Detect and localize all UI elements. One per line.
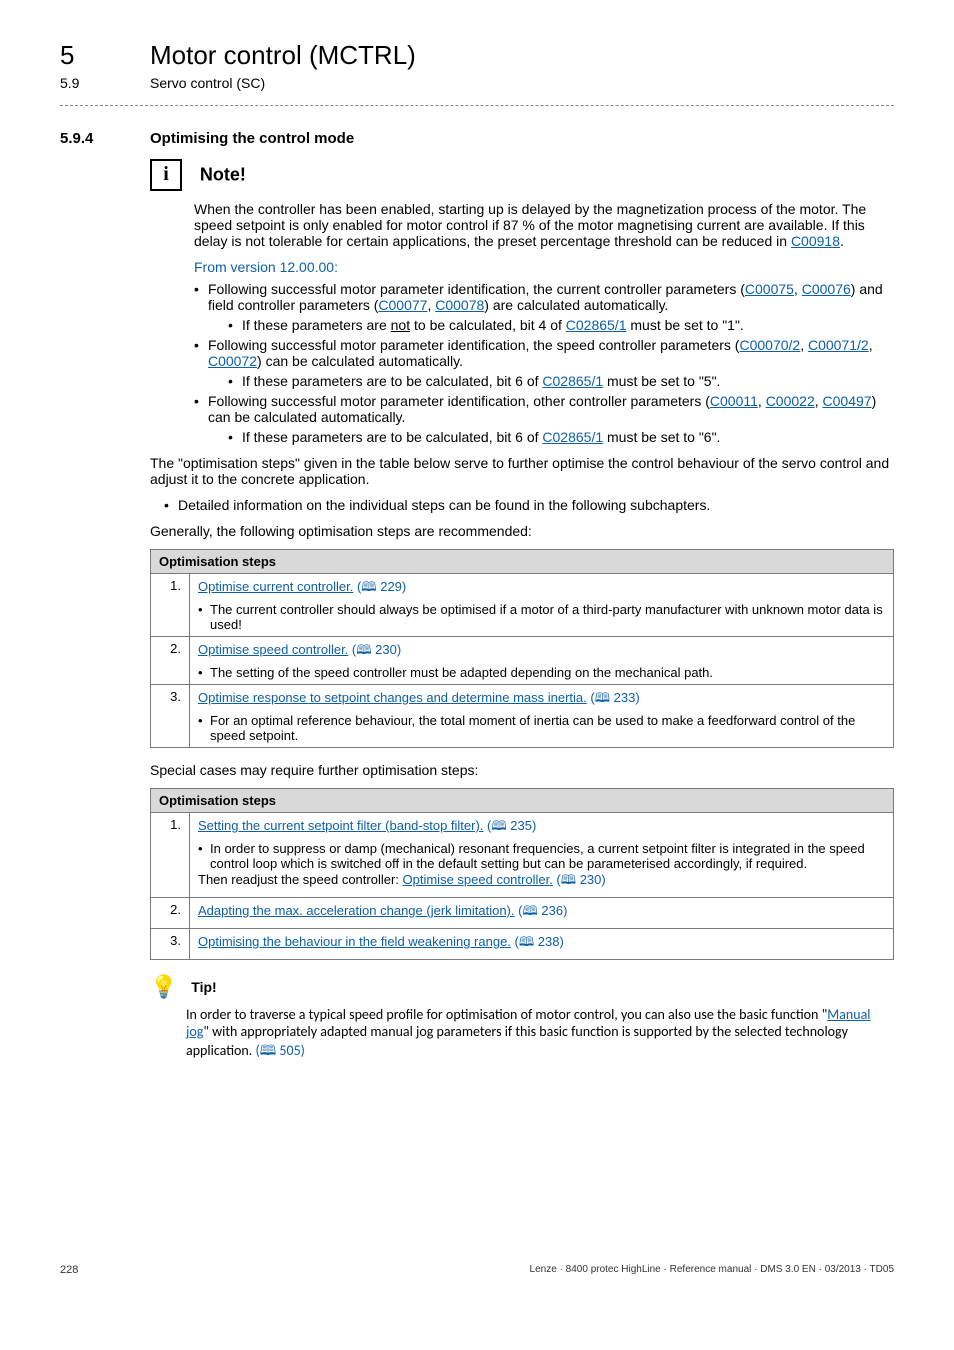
table-row: 1. Optimise current controller. (🕮 229) … bbox=[151, 574, 894, 637]
link-c00077[interactable]: C00077 bbox=[378, 297, 427, 313]
text: ) are calculated automatically. bbox=[484, 297, 668, 313]
table2-header: Optimisation steps bbox=[151, 789, 894, 813]
text: Following successful motor parameter ide… bbox=[208, 337, 739, 353]
link-c02865-1c[interactable]: C02865/1 bbox=[542, 429, 603, 445]
link-c00070-2[interactable]: C00070/2 bbox=[739, 337, 800, 353]
optimisation-table-2: Optimisation steps 1. Setting the curren… bbox=[150, 788, 894, 960]
text: , bbox=[800, 337, 808, 353]
text: , bbox=[758, 393, 766, 409]
link-c02865-1a[interactable]: C02865/1 bbox=[566, 317, 627, 333]
body-paragraph-2: Generally, the following optimisation st… bbox=[150, 523, 894, 539]
link-c00918[interactable]: C00918 bbox=[791, 233, 840, 249]
note-text: When the controller has been enabled, st… bbox=[194, 201, 866, 249]
row-number: 1. bbox=[151, 574, 190, 637]
link-c00076[interactable]: C00076 bbox=[802, 281, 851, 297]
subsection-title: Servo control (SC) bbox=[150, 75, 265, 91]
link-c00011[interactable]: C00011 bbox=[710, 393, 758, 409]
version-note: From version 12.00.00: bbox=[194, 259, 894, 275]
footer-reference: Lenze · 8400 protec HighLine · Reference… bbox=[530, 1264, 894, 1276]
link-field-weakening[interactable]: Optimising the behaviour in the field we… bbox=[198, 934, 511, 949]
body-bullet-1: Detailed information on the individual s… bbox=[164, 497, 894, 513]
info-icon: i bbox=[150, 159, 182, 191]
note-heading: Note! bbox=[200, 165, 246, 185]
subsection-number: 5.9 bbox=[60, 75, 150, 91]
text: Following successful motor parameter ide… bbox=[208, 281, 745, 297]
text: must be set to "1". bbox=[626, 317, 743, 333]
note-subbullet-3: If these parameters are to be calculated… bbox=[228, 429, 894, 445]
link-c00022[interactable]: C00022 bbox=[766, 393, 815, 409]
link-optimise-response[interactable]: Optimise response to setpoint changes an… bbox=[198, 690, 587, 705]
body-paragraph-3: Special cases may require further optimi… bbox=[150, 762, 894, 778]
table-row: 2. Adapting the max. acceleration change… bbox=[151, 898, 894, 929]
text: must be set to "6". bbox=[603, 429, 720, 445]
table-row: 3. Optimise response to setpoint changes… bbox=[151, 685, 894, 748]
note-bullet-2: Following successful motor parameter ide… bbox=[194, 337, 894, 389]
divider bbox=[60, 105, 894, 106]
note-bullet-1: Following successful motor parameter ide… bbox=[194, 281, 894, 333]
row-number: 2. bbox=[151, 898, 190, 929]
link-c02865-1b[interactable]: C02865/1 bbox=[542, 373, 603, 389]
text: If these parameters are to be calculated… bbox=[242, 373, 542, 389]
page-number: 228 bbox=[60, 1264, 78, 1276]
text: to be calculated, bit 4 of bbox=[410, 317, 566, 333]
link-c00072[interactable]: C00072 bbox=[208, 353, 257, 369]
body-paragraph-1: The "optimisation steps" given in the ta… bbox=[150, 455, 894, 487]
note-text-end: . bbox=[840, 233, 844, 249]
link-optimise-current[interactable]: Optimise current controller. bbox=[198, 579, 353, 594]
text: If these parameters are to be calculated… bbox=[242, 429, 542, 445]
row-number: 3. bbox=[151, 685, 190, 748]
link-c00497[interactable]: C00497 bbox=[823, 393, 872, 409]
page-ref[interactable]: (🕮 236) bbox=[515, 903, 568, 918]
row-number: 1. bbox=[151, 813, 190, 898]
table-row: 3. Optimising the behaviour in the field… bbox=[151, 929, 894, 960]
link-optimise-speed[interactable]: Optimise speed controller. bbox=[198, 642, 348, 657]
page-ref[interactable]: (🕮 505) bbox=[255, 1042, 304, 1059]
note-subbullet-2: If these parameters are to be calculated… bbox=[228, 373, 894, 389]
tip-heading: Tip! bbox=[191, 979, 216, 995]
text: Following successful motor parameter ide… bbox=[208, 393, 710, 409]
tip-block: 💡 Tip! In order to traverse a typical sp… bbox=[150, 974, 894, 1064]
cell-sub: For an optimal reference behaviour, the … bbox=[198, 713, 885, 743]
text: ) can be calculated automatically. bbox=[257, 353, 463, 369]
text-underlined: not bbox=[391, 317, 410, 333]
chapter-title: Motor control (MCTRL) bbox=[150, 40, 416, 71]
text: , bbox=[869, 337, 873, 353]
table-row: 1. Setting the current setpoint filter (… bbox=[151, 813, 894, 898]
row-number: 3. bbox=[151, 929, 190, 960]
note-paragraph: When the controller has been enabled, st… bbox=[194, 201, 894, 249]
page-ref[interactable]: (🕮 230) bbox=[553, 872, 606, 887]
page-ref[interactable]: (🕮 229) bbox=[353, 579, 406, 594]
text: , bbox=[815, 393, 823, 409]
link-jerk-limitation[interactable]: Adapting the max. acceleration change (j… bbox=[198, 903, 515, 918]
table1-header: Optimisation steps bbox=[151, 550, 894, 574]
page-ref[interactable]: (🕮 238) bbox=[511, 934, 564, 949]
cell-sub: The current controller should always be … bbox=[198, 602, 885, 632]
text: , bbox=[794, 281, 802, 297]
cell-after-text: Then readjust the speed controller: bbox=[198, 872, 403, 887]
optimisation-table-1: Optimisation steps 1. Optimise current c… bbox=[150, 549, 894, 748]
link-setpoint-filter[interactable]: Setting the current setpoint filter (ban… bbox=[198, 818, 483, 833]
page-ref[interactable]: (🕮 230) bbox=[348, 642, 401, 657]
note-block: i Note! When the controller has been ena… bbox=[150, 159, 894, 445]
table-row: 2. Optimise speed controller. (🕮 230) Th… bbox=[151, 637, 894, 685]
cell-sub: In order to suppress or damp (mechanical… bbox=[198, 841, 885, 871]
page-ref[interactable]: (🕮 235) bbox=[483, 818, 536, 833]
link-c00078[interactable]: C00078 bbox=[435, 297, 484, 313]
section-number: 5.9.4 bbox=[60, 130, 150, 147]
text: If these parameters are bbox=[242, 317, 391, 333]
row-number: 2. bbox=[151, 637, 190, 685]
link-optimise-speed-2[interactable]: Optimise speed controller. bbox=[403, 872, 553, 887]
note-bullet-3: Following successful motor parameter ide… bbox=[194, 393, 894, 445]
link-c00075[interactable]: C00075 bbox=[745, 281, 794, 297]
page-ref[interactable]: (🕮 233) bbox=[587, 690, 640, 705]
chapter-number: 5 bbox=[60, 40, 150, 71]
cell-sub: The setting of the speed controller must… bbox=[198, 665, 885, 680]
text: must be set to "5". bbox=[603, 373, 720, 389]
section-title: Optimising the control mode bbox=[150, 130, 354, 147]
tip-text-a: In order to traverse a typical speed pro… bbox=[186, 1006, 827, 1023]
note-subbullet-1: If these parameters are not to be calcul… bbox=[228, 317, 894, 333]
lightbulb-icon: 💡 bbox=[150, 974, 177, 1000]
link-c00071-2[interactable]: C00071/2 bbox=[808, 337, 869, 353]
